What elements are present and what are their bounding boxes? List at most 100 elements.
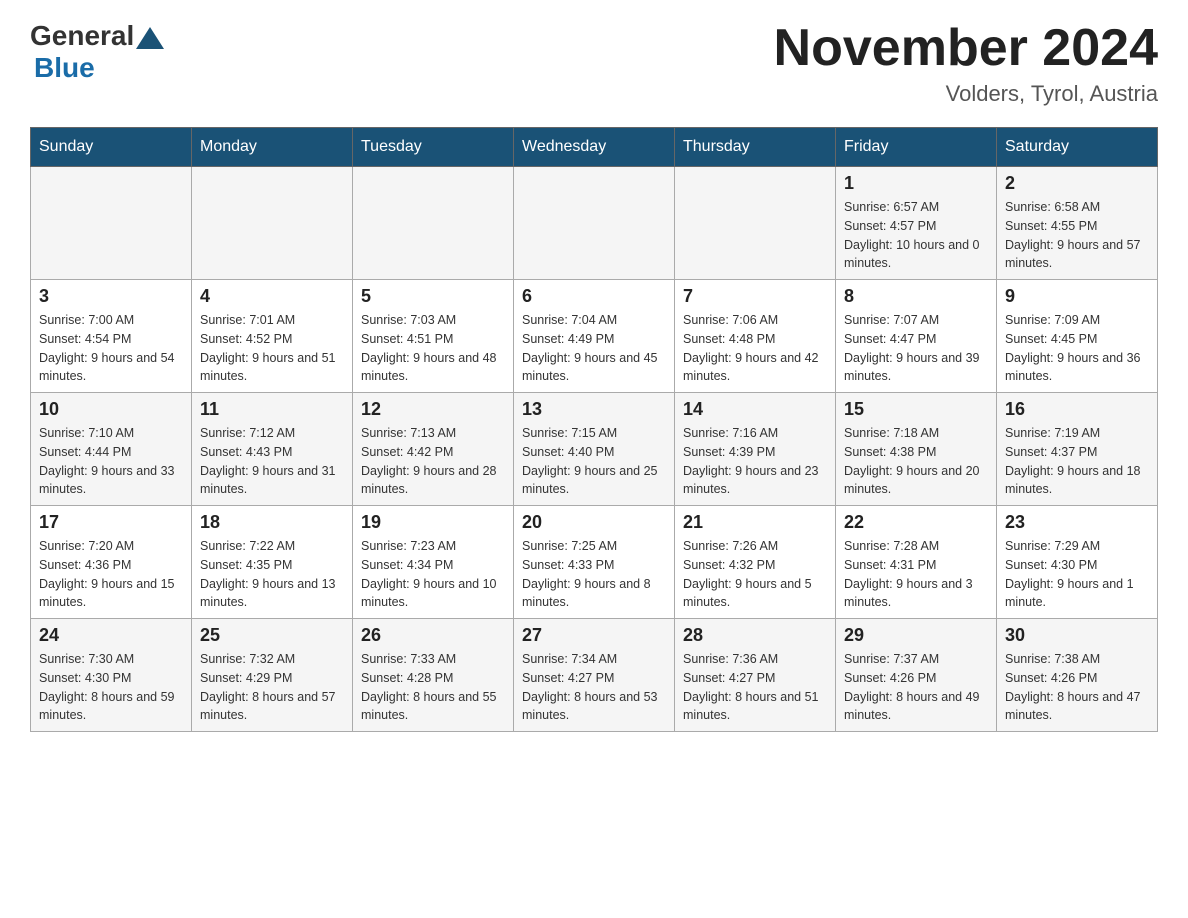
logo-general-text: General	[30, 20, 134, 52]
day-cell: 8 Sunrise: 7:07 AMSunset: 4:47 PMDaylight…	[836, 280, 997, 393]
title-section: November 2024 Volders, Tyrol, Austria	[774, 20, 1158, 107]
calendar-header-row: SundayMondayTuesdayWednesdayThursdayFrid…	[31, 128, 1158, 167]
day-info: Sunrise: 7:33 AMSunset: 4:28 PMDaylight:…	[361, 650, 505, 725]
logo: General Blue	[30, 20, 164, 84]
day-cell: 16 Sunrise: 7:19 AMSunset: 4:37 PMDayligh…	[997, 393, 1158, 506]
day-cell: 27 Sunrise: 7:34 AMSunset: 4:27 PMDayligh…	[514, 619, 675, 732]
day-info: Sunrise: 7:20 AMSunset: 4:36 PMDaylight:…	[39, 537, 183, 612]
day-cell	[675, 167, 836, 280]
day-info: Sunrise: 7:38 AMSunset: 4:26 PMDaylight:…	[1005, 650, 1149, 725]
month-title: November 2024	[774, 20, 1158, 77]
calendar-table: SundayMondayTuesdayWednesdayThursdayFrid…	[30, 127, 1158, 732]
header-wednesday: Wednesday	[514, 128, 675, 167]
day-info: Sunrise: 7:09 AMSunset: 4:45 PMDaylight:…	[1005, 311, 1149, 386]
day-info: Sunrise: 7:16 AMSunset: 4:39 PMDaylight:…	[683, 424, 827, 499]
day-number: 14	[683, 399, 827, 420]
header-thursday: Thursday	[675, 128, 836, 167]
day-cell: 22Sunrise: 7:28 AMSunset: 4:31 PMDayligh…	[836, 506, 997, 619]
day-info: Sunrise: 7:12 AMSunset: 4:43 PMDaylight:…	[200, 424, 344, 499]
day-cell: 3Sunrise: 7:00 AMSunset: 4:54 PMDaylight…	[31, 280, 192, 393]
week-row-5: 24Sunrise: 7:30 AMSunset: 4:30 PMDayligh…	[31, 619, 1158, 732]
day-info: Sunrise: 7:30 AMSunset: 4:30 PMDaylight:…	[39, 650, 183, 725]
day-cell: 7 Sunrise: 7:06 AMSunset: 4:48 PMDaylight…	[675, 280, 836, 393]
day-number: 25	[200, 625, 344, 646]
day-number: 28	[683, 625, 827, 646]
day-number: 13	[522, 399, 666, 420]
day-cell: 5Sunrise: 7:03 AMSunset: 4:51 PMDaylight…	[353, 280, 514, 393]
day-number: 17	[39, 512, 183, 533]
week-row-1: 1 Sunrise: 6:57 AMSunset: 4:57 PMDaylight…	[31, 167, 1158, 280]
day-cell	[353, 167, 514, 280]
day-number: 7	[683, 286, 827, 307]
day-number: 9	[1005, 286, 1149, 307]
day-info: Sunrise: 6:57 AMSunset: 4:57 PMDaylight:…	[844, 198, 988, 273]
day-number: 26	[361, 625, 505, 646]
day-number: 29	[844, 625, 988, 646]
day-number: 2	[1005, 173, 1149, 194]
day-number: 11	[200, 399, 344, 420]
day-number: 6	[522, 286, 666, 307]
day-number: 8	[844, 286, 988, 307]
location-subtitle: Volders, Tyrol, Austria	[774, 81, 1158, 107]
day-cell: 18Sunrise: 7:22 AMSunset: 4:35 PMDayligh…	[192, 506, 353, 619]
day-info: Sunrise: 6:58 AMSunset: 4:55 PMDaylight:…	[1005, 198, 1149, 273]
day-number: 30	[1005, 625, 1149, 646]
day-info: Sunrise: 7:25 AMSunset: 4:33 PMDaylight:…	[522, 537, 666, 612]
day-cell: 13 Sunrise: 7:15 AMSunset: 4:40 PMDayligh…	[514, 393, 675, 506]
day-number: 12	[361, 399, 505, 420]
day-cell: 25 Sunrise: 7:32 AMSunset: 4:29 PMDayligh…	[192, 619, 353, 732]
day-cell: 23 Sunrise: 7:29 AMSunset: 4:30 PMDayligh…	[997, 506, 1158, 619]
day-cell: 19Sunrise: 7:23 AMSunset: 4:34 PMDayligh…	[353, 506, 514, 619]
day-cell: 14 Sunrise: 7:16 AMSunset: 4:39 PMDayligh…	[675, 393, 836, 506]
day-cell: 2 Sunrise: 6:58 AMSunset: 4:55 PMDaylight…	[997, 167, 1158, 280]
day-cell: 28Sunrise: 7:36 AMSunset: 4:27 PMDayligh…	[675, 619, 836, 732]
day-number: 16	[1005, 399, 1149, 420]
day-cell	[31, 167, 192, 280]
logo-triangle-icon	[136, 27, 164, 49]
day-cell: 9 Sunrise: 7:09 AMSunset: 4:45 PMDaylight…	[997, 280, 1158, 393]
day-info: Sunrise: 7:26 AMSunset: 4:32 PMDaylight:…	[683, 537, 827, 612]
day-info: Sunrise: 7:15 AMSunset: 4:40 PMDaylight:…	[522, 424, 666, 499]
day-info: Sunrise: 7:32 AMSunset: 4:29 PMDaylight:…	[200, 650, 344, 725]
day-info: Sunrise: 7:13 AMSunset: 4:42 PMDaylight:…	[361, 424, 505, 499]
day-info: Sunrise: 7:34 AMSunset: 4:27 PMDaylight:…	[522, 650, 666, 725]
week-row-2: 3Sunrise: 7:00 AMSunset: 4:54 PMDaylight…	[31, 280, 1158, 393]
day-info: Sunrise: 7:19 AMSunset: 4:37 PMDaylight:…	[1005, 424, 1149, 499]
day-number: 23	[1005, 512, 1149, 533]
day-number: 20	[522, 512, 666, 533]
day-number: 22	[844, 512, 988, 533]
day-number: 1	[844, 173, 988, 194]
week-row-4: 17 Sunrise: 7:20 AMSunset: 4:36 PMDayligh…	[31, 506, 1158, 619]
logo-blue-text: Blue	[34, 52, 164, 84]
day-info: Sunrise: 7:07 AMSunset: 4:47 PMDaylight:…	[844, 311, 988, 386]
day-number: 4	[200, 286, 344, 307]
day-info: Sunrise: 7:06 AMSunset: 4:48 PMDaylight:…	[683, 311, 827, 386]
day-info: Sunrise: 7:10 AMSunset: 4:44 PMDaylight:…	[39, 424, 183, 499]
day-info: Sunrise: 7:37 AMSunset: 4:26 PMDaylight:…	[844, 650, 988, 725]
day-cell: 12 Sunrise: 7:13 AMSunset: 4:42 PMDayligh…	[353, 393, 514, 506]
day-cell: 17 Sunrise: 7:20 AMSunset: 4:36 PMDayligh…	[31, 506, 192, 619]
day-cell: 26 Sunrise: 7:33 AMSunset: 4:28 PMDayligh…	[353, 619, 514, 732]
day-number: 3	[39, 286, 183, 307]
day-cell: 15Sunrise: 7:18 AMSunset: 4:38 PMDayligh…	[836, 393, 997, 506]
day-cell: 30 Sunrise: 7:38 AMSunset: 4:26 PMDayligh…	[997, 619, 1158, 732]
day-number: 10	[39, 399, 183, 420]
day-cell: 24Sunrise: 7:30 AMSunset: 4:30 PMDayligh…	[31, 619, 192, 732]
page-header: General Blue November 2024 Volders, Tyro…	[30, 20, 1158, 107]
header-friday: Friday	[836, 128, 997, 167]
day-cell: 11 Sunrise: 7:12 AMSunset: 4:43 PMDayligh…	[192, 393, 353, 506]
day-cell: 29 Sunrise: 7:37 AMSunset: 4:26 PMDayligh…	[836, 619, 997, 732]
day-cell: 10 Sunrise: 7:10 AMSunset: 4:44 PMDayligh…	[31, 393, 192, 506]
day-cell: 6Sunrise: 7:04 AMSunset: 4:49 PMDaylight…	[514, 280, 675, 393]
day-info: Sunrise: 7:29 AMSunset: 4:30 PMDaylight:…	[1005, 537, 1149, 612]
day-info: Sunrise: 7:18 AMSunset: 4:38 PMDaylight:…	[844, 424, 988, 499]
header-sunday: Sunday	[31, 128, 192, 167]
day-cell: 20 Sunrise: 7:25 AMSunset: 4:33 PMDayligh…	[514, 506, 675, 619]
day-number: 27	[522, 625, 666, 646]
header-monday: Monday	[192, 128, 353, 167]
day-cell: 4Sunrise: 7:01 AMSunset: 4:52 PMDaylight…	[192, 280, 353, 393]
day-number: 5	[361, 286, 505, 307]
header-saturday: Saturday	[997, 128, 1158, 167]
day-info: Sunrise: 7:23 AMSunset: 4:34 PMDaylight:…	[361, 537, 505, 612]
day-number: 21	[683, 512, 827, 533]
